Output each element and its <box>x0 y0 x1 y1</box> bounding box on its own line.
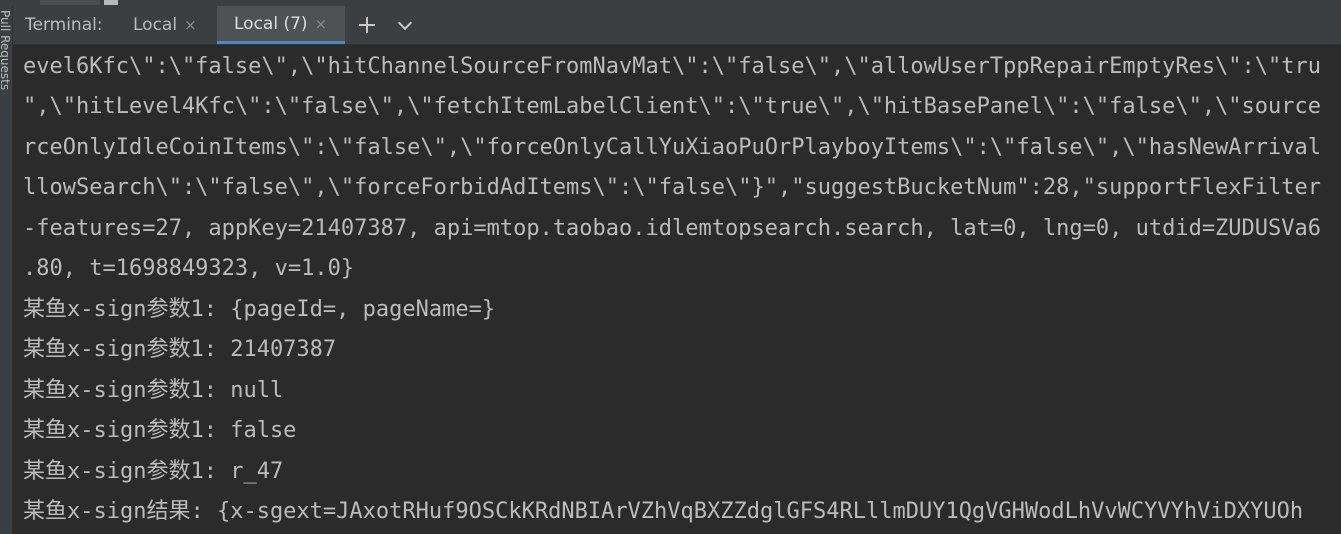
side-tool-window-strip[interactable]: Pull Requests <box>0 6 13 534</box>
output-line: -features=27, appKey=21407387, api=mtop.… <box>23 216 1322 241</box>
toolbar-fragment <box>40 0 100 5</box>
close-icon[interactable]: × <box>184 16 197 34</box>
close-icon[interactable]: × <box>315 15 328 33</box>
tab-local[interactable]: Local × <box>133 6 219 44</box>
new-tab-button[interactable] <box>354 11 380 39</box>
output-line: 某鱼x-sign参数1: 21407387 <box>23 337 337 362</box>
output-line: evel6Kfc\":\"false\",\"hitChannelSourceF… <box>23 54 1322 79</box>
output-line: .80, t=1698849323, v=1.0} <box>23 256 355 281</box>
output-line: 某鱼x-sign参数1: false <box>23 418 297 443</box>
chevron-down-icon <box>397 15 413 31</box>
output-line: 某鱼x-sign结果: {x-sgext=JAxotRHuf9OSCkKRdNB… <box>23 499 1304 524</box>
output-line: 某鱼x-sign参数1: {pageId=, pageName=} <box>23 297 496 322</box>
ide-window: Pull Requests Terminal: Local × Local (7… <box>0 0 1341 534</box>
output-line: llowSearch\":\"false\",\"forceForbidAdIt… <box>23 175 1322 200</box>
pull-requests-tab-label[interactable]: Pull Requests <box>0 10 12 90</box>
terminal-tab-bar: Terminal: Local × Local (7) × <box>13 6 1341 45</box>
output-line: ",\"hitLevel4Kfc\":\"false\",\"fetchItem… <box>23 94 1322 119</box>
output-line: rceOnlyIdleCoinItems\":\"false\",\"force… <box>23 135 1322 160</box>
output-line: 某鱼x-sign参数1: r_47 <box>23 459 284 484</box>
terminal-title: Terminal: <box>25 15 103 35</box>
tab-local-7[interactable]: Local (7) × <box>217 6 345 44</box>
output-line: 某鱼x-sign参数1: null <box>23 378 284 403</box>
tab-label: Local <box>133 15 178 35</box>
toolbar-fragment-light <box>104 0 118 5</box>
terminal-output[interactable]: evel6Kfc\":\"false\",\"hitChannelSourceF… <box>13 45 1341 534</box>
tab-list-dropdown-button[interactable] <box>393 11 419 39</box>
tab-label: Local (7) <box>234 13 308 34</box>
